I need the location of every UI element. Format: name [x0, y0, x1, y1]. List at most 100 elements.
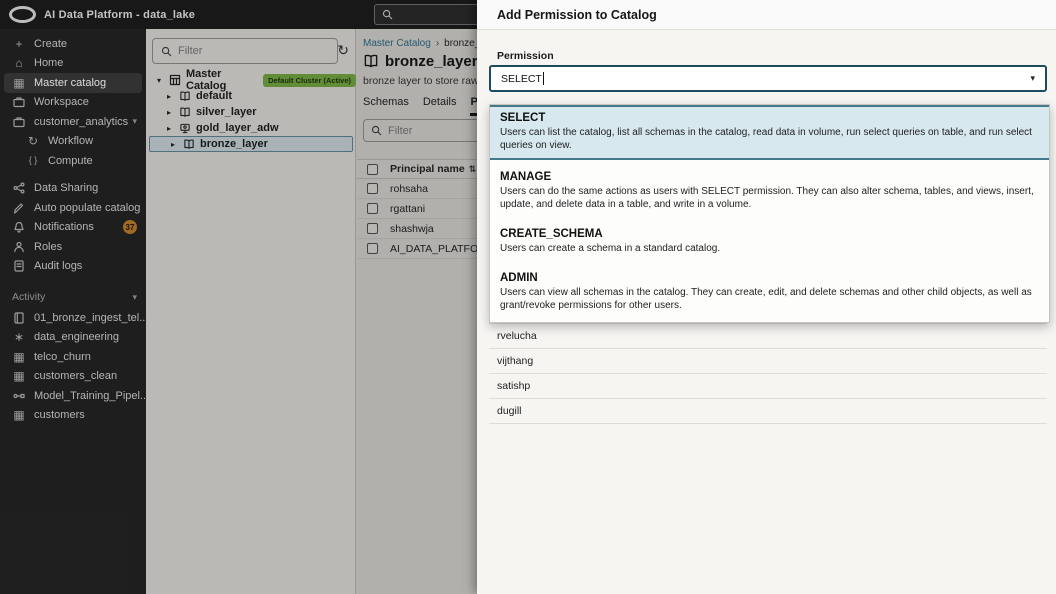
- row-checkbox[interactable]: [367, 203, 378, 214]
- row-checkbox[interactable]: [367, 223, 378, 234]
- chevron-down-icon: ▾: [132, 292, 137, 303]
- tab-bar: Schemas Details Permissions: [363, 96, 477, 116]
- tree-node-default[interactable]: ▸ default: [146, 88, 356, 104]
- list-item[interactable]: rvelucha: [489, 324, 1047, 349]
- tree-filter-input[interactable]: [152, 38, 338, 64]
- option-create-schema[interactable]: CREATE_SCHEMA Users can create a schema …: [490, 223, 1049, 261]
- chevron-down-icon[interactable]: ▾: [1030, 73, 1035, 84]
- breadcrumb-current: bronze_layer: [444, 38, 477, 49]
- adw-monitor-icon: [179, 123, 191, 134]
- sidebar-activity-item-data-engineering[interactable]: ∗ data_engineering: [0, 328, 146, 348]
- sidebar-item-master-catalog[interactable]: ▦ Master catalog: [4, 73, 142, 93]
- permissions-filter-input[interactable]: [363, 119, 477, 142]
- table-row[interactable]: rgattani: [357, 199, 477, 219]
- sidebar-activity-item-customers[interactable]: ▦ customers: [0, 406, 146, 426]
- sidebar-item-audit-logs[interactable]: Audit logs: [0, 257, 146, 277]
- tree-node-gold-layer-adw[interactable]: ▸ gold_layer_adw: [146, 120, 356, 136]
- table-header-row: Principal name⇅: [357, 159, 477, 179]
- panel-title: Add Permission to Catalog: [497, 8, 657, 22]
- sidebar-activity-item-notebook[interactable]: 01_bronze_ingest_tel...: [0, 308, 146, 328]
- schema-book-icon: [179, 107, 191, 118]
- table-row[interactable]: rohsaha: [357, 179, 477, 199]
- sort-icon[interactable]: ⇅: [469, 164, 477, 174]
- principal-name: shashwja: [390, 223, 434, 235]
- catalog-grid-icon: ▦: [12, 77, 26, 89]
- tree-filter-field[interactable]: [178, 45, 278, 57]
- caret-right-icon[interactable]: ▸: [168, 140, 178, 149]
- sidebar-divider: [0, 171, 146, 179]
- sidebar-item-label: Home: [34, 57, 63, 69]
- tree-node-label: silver_layer: [196, 106, 257, 118]
- table-row[interactable]: AI_DATA_PLATFORM_: [357, 239, 477, 259]
- option-description: Users can do the same actions as users w…: [500, 185, 1039, 211]
- panel-header: Add Permission to Catalog: [477, 0, 1056, 30]
- principal-name: AI_DATA_PLATFORM_: [390, 243, 477, 255]
- caret-right-icon[interactable]: ▸: [164, 92, 174, 101]
- sidebar-item-notifications[interactable]: Notifications 37: [0, 218, 146, 238]
- option-select[interactable]: SELECT Users can list the catalog, list …: [490, 105, 1049, 160]
- chevron-down-icon[interactable]: ▾: [132, 116, 137, 127]
- sidebar-activity-item-model-training[interactable]: Model_Training_Pipel...: [0, 386, 146, 406]
- breadcrumb-link-master-catalog[interactable]: Master Catalog: [363, 38, 431, 49]
- sidebar-item-label: customer_analytics: [34, 116, 128, 128]
- tab-schemas[interactable]: Schemas: [363, 96, 409, 116]
- bell-icon: [12, 221, 26, 233]
- table-icon: ▦: [12, 370, 26, 382]
- tree-node-master-catalog[interactable]: ▾ Master Catalog Default Cluster (Active…: [146, 72, 356, 88]
- permission-combobox[interactable]: SELECT ▾: [489, 65, 1047, 92]
- page-title-text: bronze_layer: [385, 53, 477, 70]
- sidebar-item-label: Master catalog: [34, 77, 106, 89]
- document-icon: [12, 260, 26, 272]
- list-item[interactable]: dugill: [489, 399, 1047, 424]
- caret-down-icon[interactable]: ▾: [154, 76, 164, 85]
- tree-node-bronze-layer[interactable]: ▸ bronze_layer: [149, 136, 353, 152]
- option-manage[interactable]: MANAGE Users can do the same actions as …: [490, 166, 1049, 217]
- schema-book-icon: [179, 91, 191, 102]
- column-header-principal-name[interactable]: Principal name⇅: [390, 163, 476, 175]
- text-cursor: [543, 72, 544, 85]
- sidebar-item-workspace[interactable]: Workspace: [0, 93, 146, 113]
- pipeline-icon: [12, 390, 26, 402]
- refresh-icon[interactable]: ↻: [337, 42, 349, 59]
- tree-node-label: bronze_layer: [200, 138, 268, 150]
- plus-icon: +: [12, 38, 26, 50]
- row-checkbox[interactable]: [367, 243, 378, 254]
- sidebar-item-data-sharing[interactable]: Data Sharing: [0, 179, 146, 199]
- sidebar-item-roles[interactable]: Roles: [0, 237, 146, 257]
- row-checkbox[interactable]: [367, 183, 378, 194]
- sidebar-item-customer-analytics[interactable]: customer_analytics ▾: [0, 112, 146, 132]
- tree-node-silver-layer[interactable]: ▸ silver_layer: [146, 104, 356, 120]
- permissions-filter-field[interactable]: [388, 125, 477, 137]
- caret-right-icon[interactable]: ▸: [164, 108, 174, 117]
- catalog-tree-panel: ↻ ▾ Master Catalog Default Cluster (Acti…: [146, 29, 356, 594]
- list-item[interactable]: satishp: [489, 374, 1047, 399]
- sidebar-activity-item-customers-clean[interactable]: ▦ customers_clean: [0, 367, 146, 387]
- cluster-status-badge: Default Cluster (Active): [263, 74, 356, 87]
- sidebar-activity-item-telco-churn[interactable]: ▦ telco_churn: [0, 347, 146, 367]
- sidebar-item-compute[interactable]: { } Compute: [0, 151, 146, 171]
- briefcase-icon: [12, 96, 26, 108]
- list-item[interactable]: vijthang: [489, 349, 1047, 374]
- select-all-checkbox[interactable]: [367, 164, 378, 175]
- table-row[interactable]: shashwja: [357, 219, 477, 239]
- table-icon: ▦: [12, 351, 26, 363]
- caret-right-icon[interactable]: ▸: [164, 124, 174, 133]
- search-icon: [371, 125, 382, 136]
- option-description: Users can create a schema in a standard …: [500, 242, 1039, 255]
- sidebar-item-label: Model_Training_Pipel...: [34, 390, 149, 402]
- notifications-count-badge: 37: [123, 220, 137, 234]
- sidebar-item-workflow[interactable]: ↻ Workflow: [0, 132, 146, 152]
- tab-details[interactable]: Details: [423, 96, 457, 116]
- sidebar-item-label: Data Sharing: [34, 182, 98, 194]
- sidebar-section-activity[interactable]: Activity ▾: [0, 286, 146, 308]
- global-search-input[interactable]: [374, 4, 480, 25]
- catalog-tree: ▾ Master Catalog Default Cluster (Active…: [146, 72, 356, 152]
- app-window: AI Data Platform - data_lake + Create ⌂ …: [0, 0, 1056, 594]
- option-admin[interactable]: ADMIN Users can view all schemas in the …: [490, 267, 1049, 318]
- sidebar-item-auto-populate-catalog[interactable]: Auto populate catalog: [0, 198, 146, 218]
- sidebar-item-home[interactable]: ⌂ Home: [0, 54, 146, 74]
- catalog-icon: [169, 74, 181, 86]
- option-name: ADMIN: [500, 272, 1039, 284]
- sidebar-item-label: data_engineering: [34, 331, 119, 343]
- sidebar-item-create[interactable]: + Create: [0, 34, 146, 54]
